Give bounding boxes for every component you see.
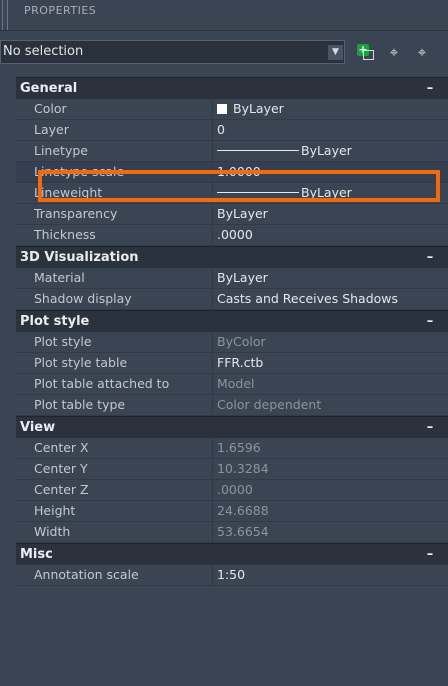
category-plot-style[interactable]: Plot style –	[16, 310, 448, 332]
property-name: Material	[34, 270, 85, 285]
collapse-icon[interactable]: –	[424, 544, 436, 565]
property-value: 24.6688	[212, 501, 448, 521]
properties-palette: PROPERTIES No selection ▼ + ⌖ ⌖ General …	[0, 0, 448, 686]
property-name: Height	[34, 503, 76, 518]
property-row-layer[interactable]: Layer 0	[16, 120, 448, 141]
category-misc[interactable]: Misc –	[16, 543, 448, 565]
property-value: ByColor	[212, 332, 448, 352]
color-swatch-icon	[217, 104, 227, 114]
selection-dropdown[interactable]: No selection ▼	[0, 40, 345, 64]
property-name: Transparency	[34, 206, 118, 221]
property-row-center-x[interactable]: Center X 1.6596	[16, 438, 448, 459]
property-value[interactable]: Casts and Receives Shadows	[212, 289, 448, 309]
property-row-thickness[interactable]: Thickness .0000	[16, 225, 448, 246]
palette-grip-handle[interactable]	[2, 0, 8, 30]
toggle-pickadd-button[interactable]: ⌖	[410, 40, 434, 64]
property-row-color[interactable]: Color ByLayer	[16, 99, 448, 120]
color-value-text: ByLayer	[233, 101, 284, 116]
properties-toolbar: No selection ▼ + ⌖ ⌖	[0, 40, 448, 64]
property-value: 10.3284	[212, 459, 448, 479]
property-name: Linetype	[34, 143, 88, 158]
select-objects-button[interactable]: ⌖	[382, 40, 406, 64]
property-name: Lineweight	[34, 185, 103, 200]
category-title: Misc	[20, 547, 53, 562]
category-title: General	[20, 81, 78, 96]
category-title: 3D Visualization	[20, 250, 139, 265]
property-name: Center Z	[34, 482, 89, 497]
property-row-annotation-scale[interactable]: Annotation scale 1:50	[16, 565, 448, 586]
property-value: Model	[212, 374, 448, 394]
property-value[interactable]: ByLayer	[212, 268, 448, 288]
property-name: Plot style	[34, 334, 92, 349]
toggle-pickadd-icon: ⌖	[417, 43, 427, 61]
property-value[interactable]: ByLayer	[212, 204, 448, 224]
quick-select-button[interactable]: +	[354, 40, 378, 64]
property-row-shadow-display[interactable]: Shadow display Casts and Receives Shadow…	[16, 289, 448, 310]
collapse-icon[interactable]: –	[424, 247, 436, 268]
category-title: Plot style	[20, 314, 90, 329]
property-name: Width	[34, 524, 71, 539]
property-row-plot-table-attached[interactable]: Plot table attached to Model	[16, 374, 448, 395]
property-value[interactable]: .0000	[212, 225, 448, 245]
property-name: Thickness	[34, 227, 96, 242]
select-objects-icon: ⌖	[389, 43, 399, 61]
property-value[interactable]: ByLayer	[212, 99, 448, 119]
quick-select-frame-icon	[363, 50, 374, 60]
collapse-icon[interactable]: –	[424, 78, 436, 99]
property-name: Annotation scale	[34, 567, 139, 582]
collapse-icon[interactable]: –	[424, 311, 436, 332]
linetype-value-text: ByLayer	[301, 143, 352, 158]
property-value[interactable]: 1.0000	[212, 162, 448, 182]
panel-title: PROPERTIES	[24, 4, 97, 17]
property-row-lineweight[interactable]: Lineweight ByLayer	[16, 183, 448, 204]
property-value[interactable]: 0	[212, 120, 448, 140]
property-value: 1.6596	[212, 438, 448, 458]
property-row-plot-style-table[interactable]: Plot style table FFR.ctb	[16, 353, 448, 374]
property-value: Color dependent	[212, 395, 448, 415]
selection-value: No selection	[3, 44, 84, 59]
category-view[interactable]: View –	[16, 416, 448, 438]
property-name: Center X	[34, 440, 89, 455]
property-name: Layer	[34, 122, 69, 137]
property-name: Plot table type	[34, 397, 126, 412]
property-row-width[interactable]: Width 53.6654	[16, 522, 448, 543]
collapse-icon[interactable]: –	[424, 417, 436, 438]
property-row-transparency[interactable]: Transparency ByLayer	[16, 204, 448, 225]
linetype-sample-icon	[217, 150, 299, 151]
property-row-plot-table-type[interactable]: Plot table type Color dependent	[16, 395, 448, 416]
property-name: Plot style table	[34, 355, 128, 370]
property-row-height[interactable]: Height 24.6688	[16, 501, 448, 522]
property-value: .0000	[212, 480, 448, 500]
chevron-down-icon[interactable]: ▼	[328, 45, 343, 60]
property-name: Color	[34, 101, 67, 116]
category-title: View	[20, 420, 56, 435]
property-name: Linetype scale	[34, 164, 125, 179]
property-value[interactable]: ByLayer	[212, 183, 448, 203]
lineweight-value-text: ByLayer	[301, 185, 352, 200]
property-value[interactable]: ByLayer	[212, 141, 448, 161]
title-divider	[0, 30, 448, 31]
lineweight-sample-icon	[217, 192, 299, 193]
property-name: Plot table attached to	[34, 376, 170, 391]
property-value: 53.6654	[212, 522, 448, 542]
property-name: Shadow display	[34, 291, 132, 306]
property-grid: General – Color ByLayer Layer 0 Linetype…	[16, 77, 448, 586]
property-row-linetype[interactable]: Linetype ByLayer	[16, 141, 448, 162]
category-general[interactable]: General –	[16, 77, 448, 99]
property-row-center-y[interactable]: Center Y 10.3284	[16, 459, 448, 480]
property-row-material[interactable]: Material ByLayer	[16, 268, 448, 289]
property-value[interactable]: FFR.ctb	[212, 353, 448, 373]
property-name: Center Y	[34, 461, 88, 476]
property-row-center-z[interactable]: Center Z .0000	[16, 480, 448, 501]
property-row-plot-style[interactable]: Plot style ByColor	[16, 332, 448, 353]
category-3d-visualization[interactable]: 3D Visualization –	[16, 246, 448, 268]
property-value[interactable]: 1:50	[212, 565, 448, 585]
property-row-linetype-scale[interactable]: Linetype scale 1.0000	[16, 162, 448, 183]
